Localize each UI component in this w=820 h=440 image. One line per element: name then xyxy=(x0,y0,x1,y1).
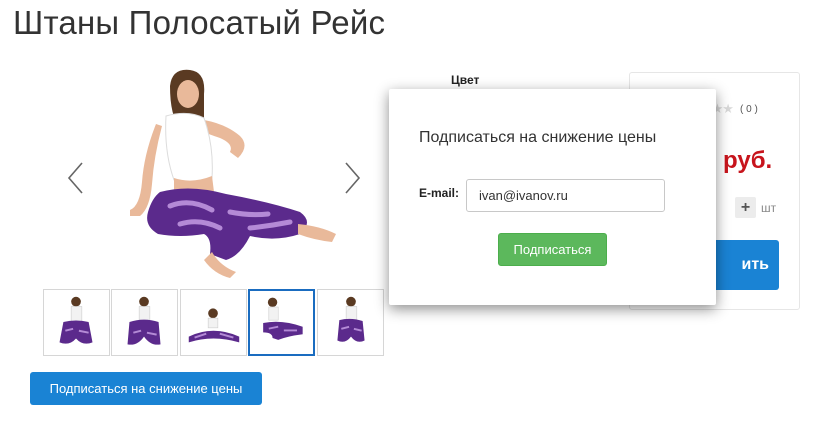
chevron-left-icon[interactable] xyxy=(66,161,86,195)
product-gallery xyxy=(40,66,390,281)
quantity-unit: шт xyxy=(761,201,777,215)
product-photo xyxy=(130,69,336,278)
plus-icon[interactable]: + xyxy=(735,197,756,218)
thumbnail-3[interactable] xyxy=(180,289,247,356)
page-title: Штаны Полосатый Рейс xyxy=(13,4,386,41)
email-label: E-mail: xyxy=(419,186,460,200)
thumbnail-5[interactable] xyxy=(317,289,384,356)
color-label: Цвет xyxy=(451,73,480,87)
chevron-right-icon[interactable] xyxy=(342,161,362,195)
price-currency: руб. xyxy=(723,147,773,174)
thumbnail-4[interactable] xyxy=(248,289,315,356)
modal-title: Подписаться на снижение цены xyxy=(419,129,657,146)
subscribe-price-drop-button[interactable]: Подписаться на снижение цены xyxy=(30,372,262,405)
email-field[interactable] xyxy=(466,179,665,212)
thumbnail-2[interactable] xyxy=(111,289,178,356)
thumbnail-1[interactable] xyxy=(43,289,110,356)
reviews-count[interactable]: ( 0 ) xyxy=(740,104,758,115)
subscribe-button[interactable]: Подписаться xyxy=(498,233,607,266)
subscribe-modal: Подписаться на снижение цены E-mail: Под… xyxy=(389,89,716,305)
